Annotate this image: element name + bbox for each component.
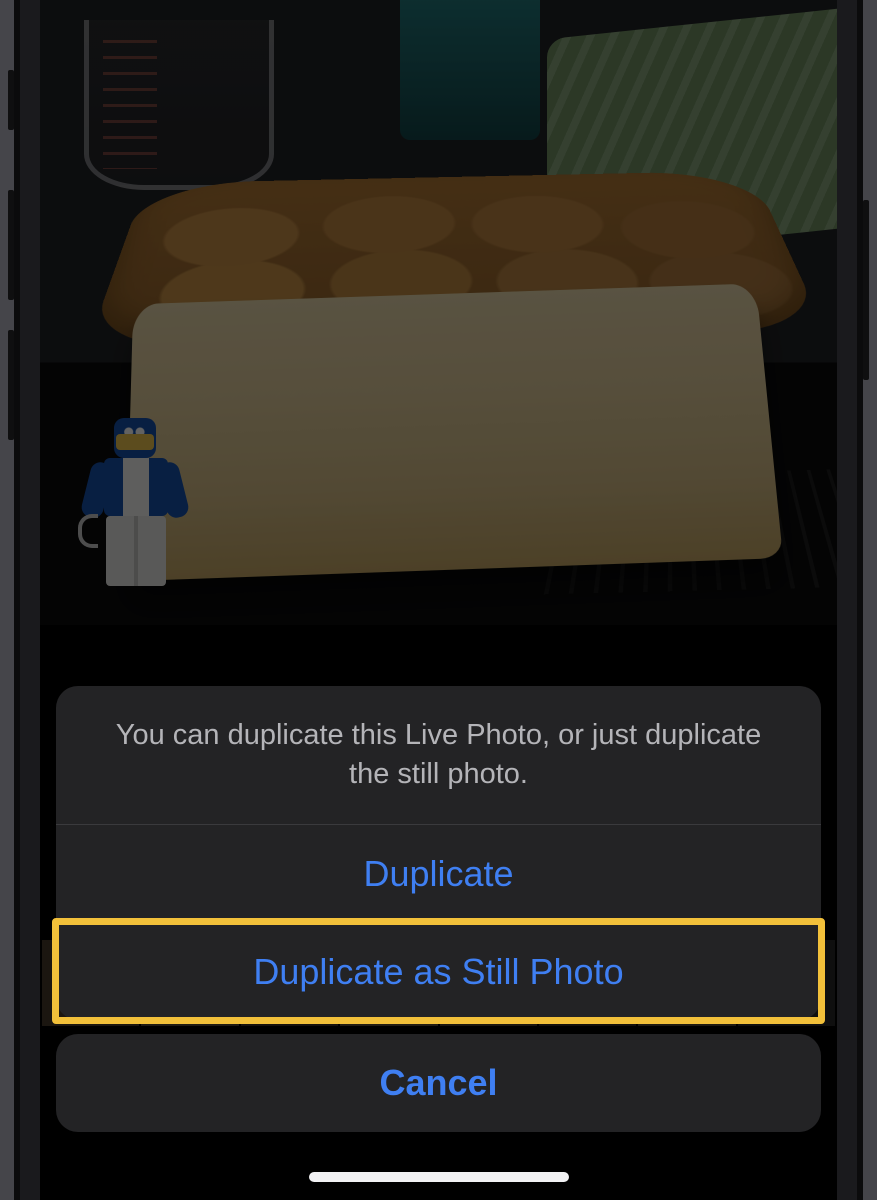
duplicate-as-still-photo-button[interactable]: Duplicate as Still Photo — [56, 922, 821, 1020]
action-sheet: You can duplicate this Live Photo, or ju… — [56, 686, 821, 1132]
side-power-button — [863, 200, 869, 380]
volume-down-button — [8, 330, 14, 440]
cancel-button[interactable]: Cancel — [56, 1034, 821, 1132]
action-sheet-cancel-group: Cancel — [56, 1034, 821, 1132]
action-sheet-message: You can duplicate this Live Photo, or ju… — [56, 686, 821, 824]
ringer-switch — [8, 70, 14, 130]
phone-frame: You can duplicate this Live Photo, or ju… — [0, 0, 877, 1200]
action-sheet-group: You can duplicate this Live Photo, or ju… — [56, 686, 821, 1020]
duplicate-button[interactable]: Duplicate — [56, 824, 821, 922]
volume-up-button — [8, 190, 14, 300]
home-indicator[interactable] — [309, 1172, 569, 1182]
screen: You can duplicate this Live Photo, or ju… — [40, 0, 837, 1200]
